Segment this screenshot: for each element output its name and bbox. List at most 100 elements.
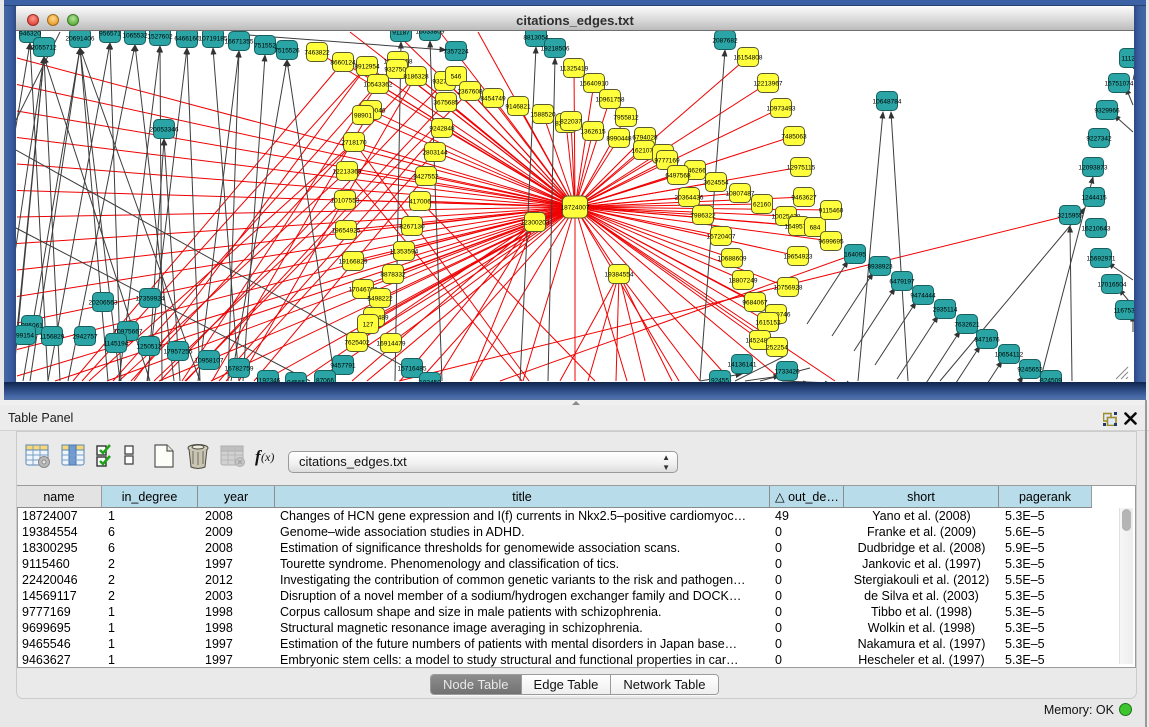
svg-text:9329966: 9329966 [1094, 108, 1120, 115]
svg-text:91187: 91187 [392, 31, 410, 37]
svg-text:9699695: 9699695 [818, 239, 844, 246]
svg-text:19384554: 19384554 [605, 272, 634, 279]
svg-text:10688609: 10688609 [718, 256, 747, 263]
svg-text:10973493: 10973493 [767, 106, 796, 113]
svg-text:16914479: 16914479 [377, 341, 406, 348]
svg-text:1588520: 1588520 [530, 112, 556, 119]
svg-text:546: 546 [451, 74, 462, 81]
svg-text:11353594: 11353594 [390, 249, 419, 256]
svg-text:62160: 62160 [753, 202, 771, 209]
svg-text:8267130: 8267130 [399, 224, 425, 231]
svg-text:9115460: 9115460 [819, 208, 844, 215]
svg-text:15751074: 15751074 [1105, 81, 1134, 88]
svg-text:12975115: 12975115 [787, 165, 816, 172]
svg-text:2055712: 2055712 [31, 45, 57, 52]
svg-text:12300203: 12300203 [521, 220, 550, 227]
svg-text:6497568: 6497568 [665, 173, 691, 180]
svg-text:7515526: 7515526 [274, 48, 300, 55]
svg-text:17016504: 17016504 [1098, 282, 1127, 289]
svg-text:99154: 99154 [16, 333, 34, 340]
svg-text:10961758: 10961758 [596, 97, 625, 104]
svg-text:20206563: 20206563 [89, 300, 118, 307]
svg-text:6479197: 6479197 [889, 279, 915, 286]
svg-text:751552: 751552 [254, 43, 276, 50]
svg-text:15720407: 15720407 [707, 234, 736, 241]
svg-text:824509: 824509 [1040, 378, 1062, 383]
svg-text:10807487: 10807487 [726, 191, 755, 198]
svg-text:417006: 417006 [409, 199, 431, 206]
svg-text:(x): (x) [261, 450, 274, 464]
svg-text:3675685: 3675685 [433, 100, 459, 107]
svg-text:10719185: 10719185 [199, 36, 228, 43]
svg-text:10543362: 10543362 [364, 82, 393, 89]
svg-text:19654923: 19654923 [784, 254, 813, 261]
svg-text:1065532: 1065532 [122, 33, 148, 40]
svg-text:102450: 102450 [419, 380, 441, 383]
svg-text:1192346: 1192346 [256, 378, 281, 383]
svg-text:7625402: 7625402 [344, 340, 370, 347]
svg-text:16782759: 16782759 [225, 366, 254, 373]
svg-text:12093873: 12093873 [1079, 165, 1108, 172]
svg-text:18724007: 18724007 [561, 205, 590, 212]
svg-text:1244415: 1244415 [1081, 195, 1107, 202]
svg-text:9242848: 9242848 [429, 126, 455, 133]
svg-text:8878332: 8878332 [380, 272, 406, 279]
svg-text:1156829: 1156829 [40, 334, 65, 341]
svg-text:17957255: 17957255 [164, 349, 193, 356]
svg-text:5498222: 5498222 [367, 296, 393, 303]
svg-text:1615152: 1615152 [755, 320, 781, 327]
svg-text:12213369: 12213369 [333, 169, 362, 176]
svg-text:956571: 956571 [99, 31, 121, 38]
svg-text:19166829: 19166829 [339, 259, 368, 266]
svg-text:8454749: 8454749 [480, 96, 506, 103]
svg-text:3624554: 3624554 [703, 180, 729, 187]
svg-text:1167533: 1167533 [1114, 308, 1134, 315]
svg-text:8427552: 8427552 [413, 174, 439, 181]
svg-text:252254: 252254 [766, 345, 788, 352]
svg-text:164095: 164095 [844, 252, 866, 259]
svg-text:16671355: 16671355 [225, 39, 254, 46]
svg-text:11123: 11123 [1121, 56, 1134, 63]
svg-text:87066: 87066 [316, 378, 334, 383]
svg-text:16210643: 16210643 [1082, 226, 1111, 233]
svg-text:7357224: 7357224 [443, 49, 469, 56]
svg-text:8471676: 8471676 [974, 337, 1000, 344]
svg-text:1145194: 1145194 [104, 341, 129, 348]
svg-text:1362615: 1362615 [580, 129, 606, 136]
svg-text:10756928: 10756928 [774, 285, 803, 292]
svg-text:10648784: 10648784 [873, 99, 902, 106]
svg-text:17359924: 17359924 [136, 296, 165, 303]
svg-text:18807249: 18807249 [729, 278, 758, 285]
svg-text:1250513: 1250513 [136, 344, 162, 351]
svg-text:10107553: 10107553 [331, 198, 360, 205]
svg-text:15640910: 15640910 [580, 81, 609, 88]
svg-text:16033809: 16033809 [416, 31, 445, 36]
svg-text:7955812: 7955812 [613, 115, 639, 122]
svg-text:1733426: 1733426 [774, 369, 800, 376]
svg-text:19218506: 19218506 [541, 46, 570, 53]
svg-text:1527602: 1527602 [147, 34, 173, 41]
svg-text:15716485: 15716485 [398, 366, 427, 373]
svg-text:2803144: 2803144 [422, 150, 448, 157]
svg-text:684: 684 [810, 225, 821, 232]
svg-text:9463627: 9463627 [791, 195, 817, 202]
svg-text:7485063: 7485063 [781, 134, 807, 141]
svg-text:16154808: 16154808 [734, 55, 763, 62]
svg-text:9684067: 9684067 [742, 300, 768, 307]
svg-text:8990448: 8990448 [606, 136, 632, 143]
svg-text:12213967: 12213967 [754, 81, 783, 88]
svg-text:8938923: 8938923 [867, 264, 893, 271]
svg-text:20691406: 20691406 [66, 36, 95, 43]
svg-text:98901: 98901 [354, 113, 372, 120]
svg-text:8660124: 8660124 [330, 60, 356, 67]
svg-text:7632621: 7632621 [954, 322, 980, 329]
svg-text:15692971: 15692971 [1087, 256, 1116, 263]
svg-text:11325419: 11325419 [560, 66, 589, 73]
svg-text:7986322: 7986322 [690, 213, 716, 220]
svg-text:2718170: 2718170 [341, 140, 367, 147]
svg-text:946320: 946320 [19, 31, 41, 38]
svg-text:9474444: 9474444 [910, 293, 936, 300]
svg-text:9245652: 9245652 [1017, 367, 1043, 374]
svg-text:2087682: 2087682 [712, 38, 738, 45]
svg-text:2935114: 2935114 [933, 307, 958, 314]
